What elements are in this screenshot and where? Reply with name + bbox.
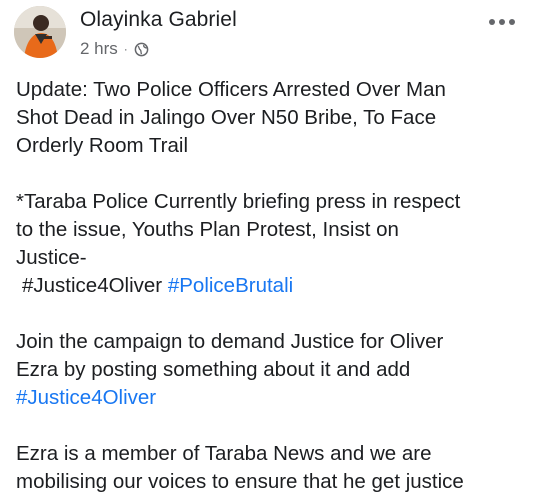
headline-line: Orderly Room Trail [16,134,189,157]
post-body: Update: Two Police Officers Arrested Ove… [16,76,526,496]
hashtags-line: #Justice4Oliver #PoliceBrutali [16,272,526,300]
campaign-line: Ezra by posting something about it and a… [16,358,411,381]
briefing-line: Justice- [16,246,87,269]
hashtag-justice4oliver-link[interactable]: #Justice4Oliver [16,384,526,412]
more-options-icon[interactable] [484,10,520,34]
headline-line: Update: Two Police Officers Arrested Ove… [16,78,446,101]
hashtag-justice4oliver[interactable]: #Justice4Oliver [22,274,162,297]
meta-separator: · [123,42,128,56]
globe-icon[interactable] [134,42,149,57]
briefing-line: *Taraba Police Currently briefing press … [16,190,461,213]
post-timestamp[interactable]: 2 hrs [80,39,118,59]
post-meta: 2 hrs · [80,38,149,60]
campaign-line: Join the campaign to demand Justice for … [16,330,444,353]
avatar-image [14,6,66,58]
member-line: Ezra is a member of Taraba News and we a… [16,442,432,465]
author-avatar[interactable] [14,6,66,58]
author-name[interactable]: Olayinka Gabriel [80,8,237,32]
post-header: Olayinka Gabriel 2 hrs · [0,0,534,68]
hashtag-policebrutali[interactable]: #PoliceBrutali [168,274,293,297]
briefing-line: to the issue, Youths Plan Protest, Insis… [16,218,399,241]
member-line: mobilising our voices to ensure that he … [16,470,464,493]
headline-line: Shot Dead in Jalingo Over N50 Bribe, To … [16,106,437,129]
